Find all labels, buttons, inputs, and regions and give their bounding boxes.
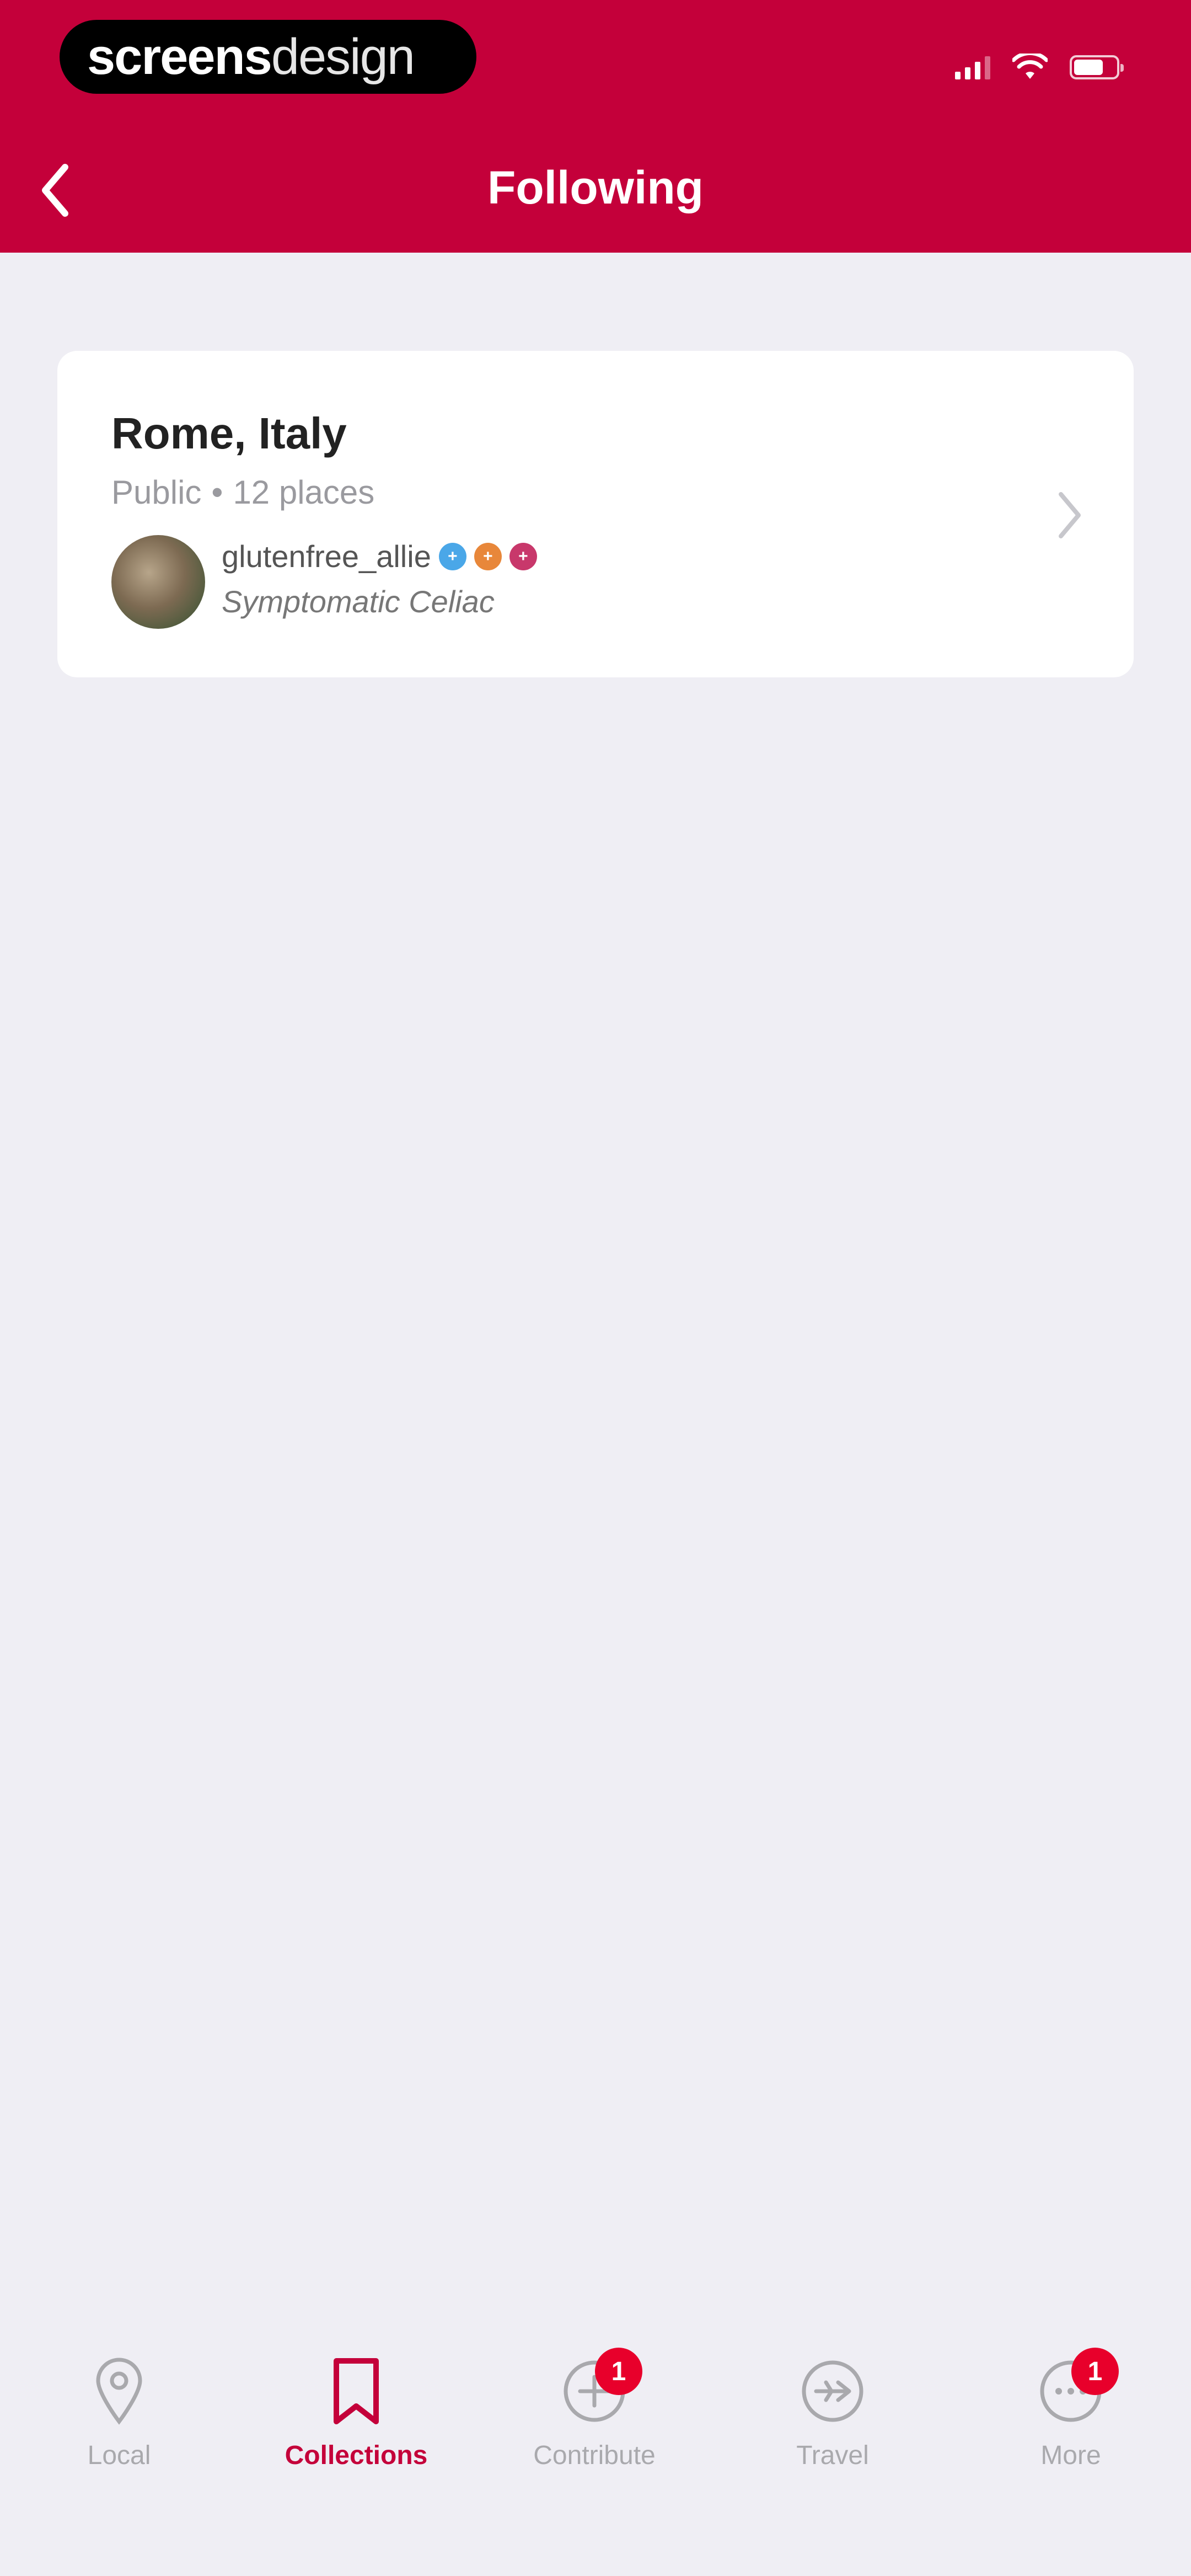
meta-separator: • xyxy=(211,474,223,511)
user-name-row: glutenfree_allie + + + xyxy=(222,538,537,574)
tab-more[interactable]: 1 More xyxy=(988,2348,1154,2471)
wifi-icon xyxy=(1012,54,1048,79)
screen: screens design Following Rome, Italy Pub… xyxy=(0,0,1191,2576)
page-title: Following xyxy=(487,162,704,213)
tab-collections[interactable]: Collections xyxy=(273,2355,439,2471)
location-pin-icon xyxy=(83,2355,155,2427)
nav-header: screens design Following xyxy=(0,0,1191,253)
watermark-part1: screens xyxy=(87,28,272,85)
tab-label-contribute: Contribute xyxy=(533,2441,656,2470)
plane-circle-icon xyxy=(797,2355,868,2427)
badge-icon-pink: + xyxy=(509,542,537,570)
chevron-right-icon xyxy=(1059,492,1081,538)
battery-icon xyxy=(1070,55,1124,79)
tab-label-travel: Travel xyxy=(796,2441,869,2470)
tab-label-collections: Collections xyxy=(285,2441,428,2470)
collection-card[interactable]: Rome, Italy Public • 12 places glutenfree_… xyxy=(57,351,1134,677)
watermark-part2: design xyxy=(271,28,415,85)
contribute-badge: 1 xyxy=(595,2348,642,2395)
username: glutenfree_allie xyxy=(222,539,431,574)
badge-icon-blue: + xyxy=(438,542,466,570)
collection-visibility: Public xyxy=(111,474,202,511)
tab-label-local: Local xyxy=(87,2441,151,2470)
avatar[interactable] xyxy=(111,535,205,629)
status-bar-icons xyxy=(955,51,1124,84)
badge-icon-orange: + xyxy=(474,542,502,570)
tab-contribute[interactable]: 1 Contribute xyxy=(512,2348,677,2471)
tab-label-more: More xyxy=(1040,2441,1101,2470)
more-circle-icon: 1 xyxy=(1035,2348,1119,2427)
cellular-signal-icon xyxy=(955,55,990,79)
watermark-logo: screens design xyxy=(60,20,476,94)
bookmark-icon xyxy=(320,2355,392,2427)
more-badge: 1 xyxy=(1071,2348,1119,2395)
collection-count: 12 places xyxy=(233,474,375,511)
tab-travel[interactable]: Travel xyxy=(750,2355,915,2471)
tab-local[interactable]: Local xyxy=(36,2355,202,2471)
user-subtitle: Symptomatic Celiac xyxy=(222,584,495,619)
collection-title: Rome, Italy xyxy=(111,409,347,458)
collection-meta: Public • 12 places xyxy=(111,473,374,511)
plus-circle-icon: 1 xyxy=(559,2348,642,2427)
